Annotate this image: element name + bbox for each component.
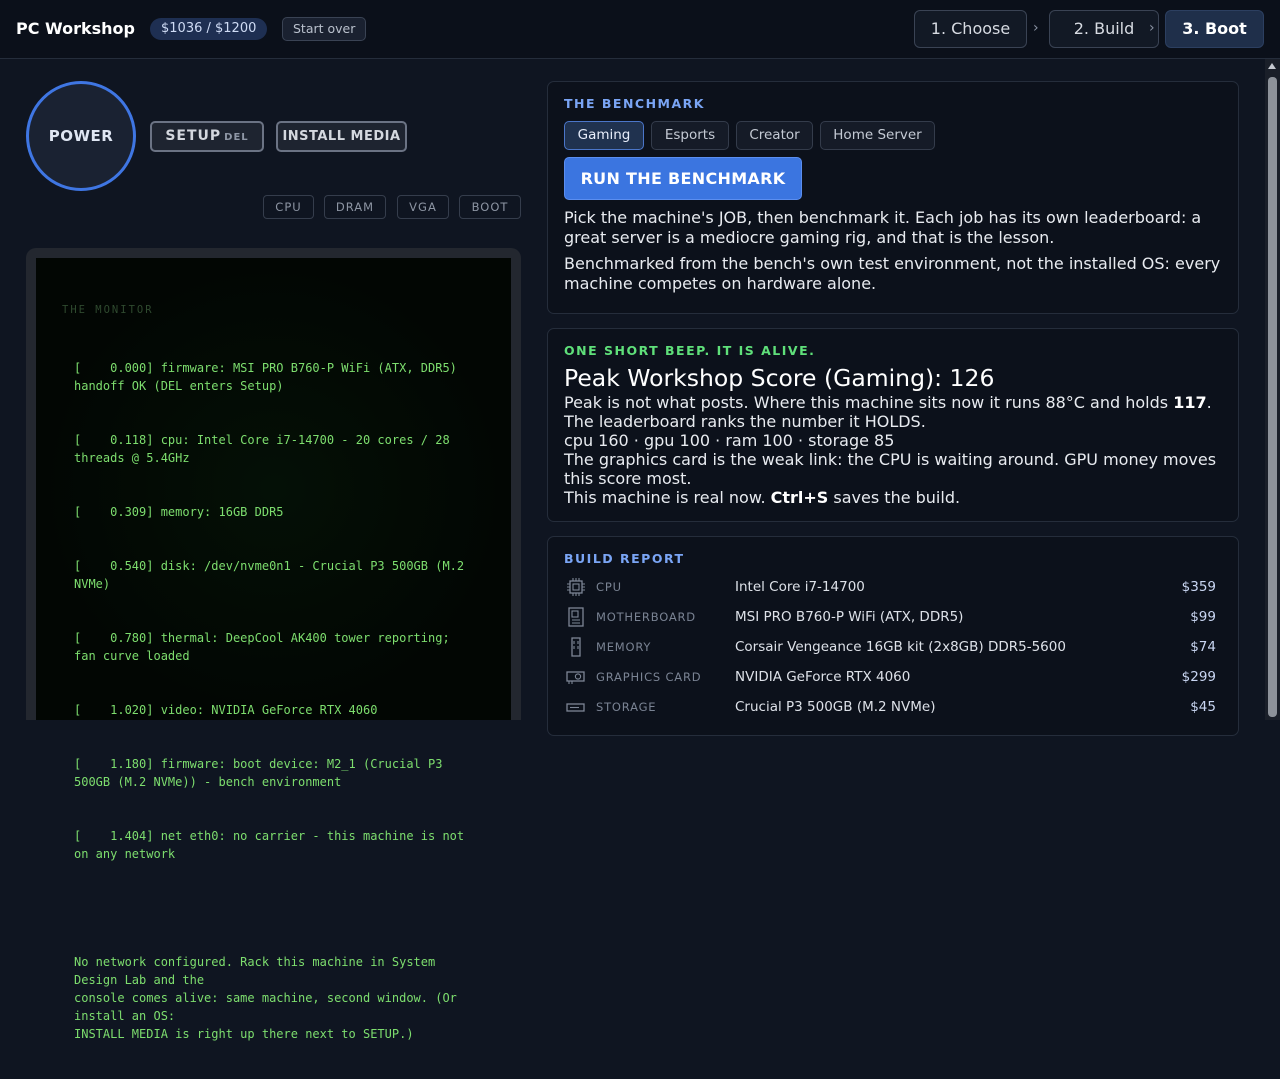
log-line: [ 0.780] thermal: DeepCool AK400 tower r… xyxy=(74,631,457,663)
log-line: [ 0.000] firmware: MSI PRO B760-P WiFi (… xyxy=(74,361,465,393)
row-part: Intel Core i7-14700 xyxy=(735,579,865,595)
scrollbar-thumb[interactable] xyxy=(1268,77,1277,717)
chevron-right-icon: › xyxy=(1033,20,1039,36)
setup-button[interactable]: SETUP DEL xyxy=(150,121,264,152)
motherboard-icon xyxy=(568,607,584,627)
save-shortcut: Ctrl+S xyxy=(770,488,829,507)
weak-link-note: The graphics card is the weak link: the … xyxy=(564,450,1217,488)
row-price: $299 xyxy=(1181,669,1216,685)
storage-icon xyxy=(566,703,585,712)
log-line xyxy=(74,899,474,917)
start-over-button[interactable]: Start over xyxy=(282,17,367,41)
row-category: MOTHERBOARD xyxy=(596,610,696,624)
report-row: MEMORY Corsair Vengeance 16GB kit (2x8GB… xyxy=(564,634,1224,664)
post-led-dram: DRAM xyxy=(324,195,386,219)
row-category: CPU xyxy=(596,580,622,594)
setup-label: SETUP xyxy=(165,128,222,144)
memory-icon xyxy=(571,637,581,657)
monitor-bezel: THE MONITOR [ 0.000] firmware: MSI PRO B… xyxy=(26,248,521,1041)
post-led-vga: VGA xyxy=(397,195,449,219)
benchmark-card: THE BENCHMARK Gaming Esports Creator Hom… xyxy=(547,81,1239,314)
run-benchmark-button[interactable]: RUN THE BENCHMARK xyxy=(564,157,802,200)
row-part: Crucial P3 500GB (M.2 NVMe) xyxy=(735,699,936,715)
log-line: [ 0.540] disk: /dev/nvme0n1 - Crucial P3… xyxy=(74,559,472,591)
leaderboard-note: The leaderboard ranks the number it HOLD… xyxy=(564,412,926,431)
step-boot[interactable]: 3. Boot xyxy=(1165,10,1264,48)
page-scrollbar[interactable] xyxy=(1265,59,1280,720)
log-line: [ 1.404] net eth0: no carrier - this mac… xyxy=(74,829,472,861)
peak-note: Peak is not what posts. Where this machi… xyxy=(564,393,1229,412)
monitor-screen[interactable]: THE MONITOR [ 0.000] firmware: MSI PRO B… xyxy=(36,258,511,1041)
row-part: NVIDIA GeForce RTX 4060 xyxy=(735,669,911,685)
row-category: MEMORY xyxy=(596,640,652,654)
monitor-title: THE MONITOR xyxy=(62,304,154,316)
scroll-up-arrow-icon[interactable] xyxy=(1268,63,1276,69)
log-line: [ 0.118] cpu: Intel Core i7-14700 - 20 c… xyxy=(74,433,457,465)
log-line: [ 1.020] video: NVIDIA GeForce RTX 4060 xyxy=(74,703,378,717)
report-row: GRAPHICS CARD NVIDIA GeForce RTX 4060 $2… xyxy=(564,664,1224,694)
row-category: STORAGE xyxy=(596,700,657,714)
save-note-end: saves the build. xyxy=(828,488,961,507)
power-button[interactable]: POWER xyxy=(26,81,136,191)
boot-log: [ 0.000] firmware: MSI PRO B760-P WiFi (… xyxy=(74,323,474,1079)
gpu-icon xyxy=(566,671,585,684)
row-price: $99 xyxy=(1190,609,1216,625)
subscores: cpu 160 · gpu 100 · ram 100 · storage 85 xyxy=(564,431,895,450)
peak-note-text: Peak is not what posts. Where this machi… xyxy=(564,393,1174,412)
cpu-icon xyxy=(567,578,585,596)
result-details: Peak is not what posts. Where this machi… xyxy=(564,393,1229,507)
benchmark-description: Pick the machine's JOB, then benchmark i… xyxy=(564,208,1202,247)
row-part: Corsair Vengeance 16GB kit (2x8GB) DDR5-… xyxy=(735,639,1066,655)
app-title: PC Workshop xyxy=(16,19,135,38)
peak-score: Peak Workshop Score (Gaming): 126 xyxy=(564,364,995,392)
holds-value: 117 xyxy=(1173,393,1207,412)
tab-home-server[interactable]: Home Server xyxy=(820,121,935,150)
tab-gaming[interactable]: Gaming xyxy=(564,121,644,150)
report-row: MOTHERBOARD MSI PRO B760-P WiFi (ATX, DD… xyxy=(564,604,1224,634)
install-media-button[interactable]: INSTALL MEDIA xyxy=(276,121,407,152)
row-price: $359 xyxy=(1181,579,1216,595)
post-led-cpu: CPU xyxy=(263,195,314,219)
log-line: [ 0.309] memory: 16GB DDR5 xyxy=(74,505,284,519)
log-message: No network configured. Rack this machine… xyxy=(74,955,457,1041)
tab-creator[interactable]: Creator xyxy=(736,121,813,150)
step-choose[interactable]: 1. Choose xyxy=(914,10,1027,48)
tab-esports[interactable]: Esports xyxy=(651,121,729,150)
peak-note-end: . xyxy=(1206,393,1212,412)
build-report-card: BUILD REPORT CPU Intel Core i7-14700 $35… xyxy=(547,536,1239,736)
benchmark-label: THE BENCHMARK xyxy=(564,96,705,111)
row-category: GRAPHICS CARD xyxy=(596,670,702,684)
build-report-label: BUILD REPORT xyxy=(564,551,685,566)
row-part: MSI PRO B760-P WiFi (ATX, DDR5) xyxy=(735,609,964,625)
setup-key-hint: DEL xyxy=(224,132,249,143)
log-line: [ 1.180] firmware: boot device: M2_1 (Cr… xyxy=(74,757,450,789)
chevron-right-icon: › xyxy=(1149,20,1155,36)
benchmark-environment-note: Benchmarked from the bench's own test en… xyxy=(564,254,1221,293)
row-price: $45 xyxy=(1190,699,1216,715)
save-note-text: This machine is real now. xyxy=(564,488,771,507)
row-price: $74 xyxy=(1190,639,1216,655)
save-note: This machine is real now. Ctrl+S saves t… xyxy=(564,488,1229,507)
budget-badge: $1036 / $1200 xyxy=(150,18,268,40)
post-led-boot: BOOT xyxy=(459,195,521,219)
result-card: ONE SHORT BEEP. IT IS ALIVE. Peak Worksh… xyxy=(547,328,1239,522)
alive-label: ONE SHORT BEEP. IT IS ALIVE. xyxy=(564,343,816,358)
report-row: CPU Intel Core i7-14700 $359 xyxy=(564,574,1224,604)
top-bar: PC Workshop $1036 / $1200 Start over 1. … xyxy=(0,0,1280,59)
step-build[interactable]: 2. Build xyxy=(1049,10,1159,48)
